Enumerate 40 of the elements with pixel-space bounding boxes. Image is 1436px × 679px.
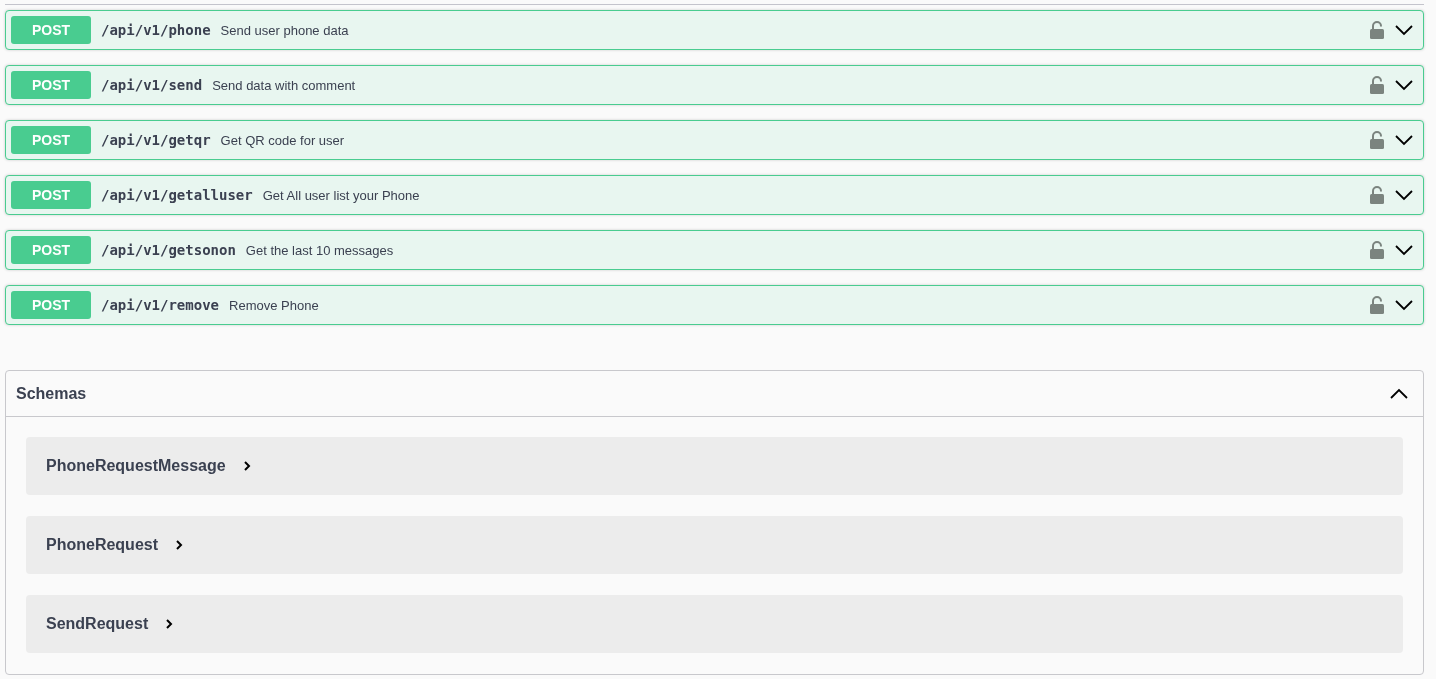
method-badge: POST [11, 236, 91, 264]
chevron-right-icon[interactable] [164, 618, 175, 630]
model-name: PhoneRequest [46, 536, 158, 554]
model-name: PhoneRequestMessage [46, 457, 226, 475]
method-badge: POST [11, 16, 91, 44]
method-badge: POST [11, 291, 91, 319]
padlock-open-icon[interactable] [1370, 241, 1384, 259]
endpoint-summary: Get the last 10 messages [245, 242, 395, 258]
schema-model-row[interactable]: SendRequest [26, 595, 1403, 653]
method-badge: POST [11, 126, 91, 154]
endpoint-path: /api/v1/send [101, 77, 204, 93]
padlock-open-icon[interactable] [1370, 76, 1384, 94]
operation-row[interactable]: POST /api/v1/getsonon Get the last 10 messages [5, 230, 1424, 270]
operation-row[interactable]: POST /api/v1/remove Remove Phone [5, 285, 1424, 325]
endpoint-summary: Send data with comment [212, 77, 357, 93]
operation-row[interactable]: POST /api/v1/phone Send user phone data [5, 10, 1424, 50]
chevron-right-icon[interactable] [241, 460, 252, 472]
endpoint-path: /api/v1/getalluser [101, 187, 254, 203]
endpoint-path: /api/v1/getqr [101, 132, 212, 148]
endpoint-path: /api/v1/getsonon [101, 242, 237, 258]
chevron-right-icon[interactable] [174, 539, 184, 551]
operation-row[interactable]: POST /api/v1/getqr Get QR code for user [5, 120, 1424, 160]
endpoint-summary: Get All user list your Phone [262, 187, 421, 203]
schema-model-row[interactable]: PhoneRequest [26, 516, 1403, 574]
endpoint-summary: Remove Phone [229, 297, 320, 313]
method-badge: POST [11, 71, 91, 99]
padlock-open-icon[interactable] [1370, 186, 1384, 204]
section-title[interactable]: Schemas [16, 384, 1389, 403]
padlock-open-icon[interactable] [1370, 21, 1384, 39]
padlock-open-icon[interactable] [1370, 296, 1384, 314]
endpoint-path: /api/v1/phone [101, 22, 212, 38]
schema-model-row[interactable]: PhoneRequestMessage [26, 437, 1403, 495]
operation-row[interactable]: POST /api/v1/send Send data with comment [5, 65, 1424, 105]
operation-row[interactable]: POST /api/v1/getalluser Get All user list your Phone [5, 175, 1424, 215]
endpoint-summary: Get QR code for user [220, 132, 346, 148]
model-name: SendRequest [46, 615, 149, 633]
method-badge: POST [11, 181, 91, 209]
endpoint-path: /api/v1/remove [101, 297, 220, 313]
padlock-open-icon[interactable] [1370, 131, 1384, 149]
endpoint-summary: Send user phone data [220, 22, 350, 38]
